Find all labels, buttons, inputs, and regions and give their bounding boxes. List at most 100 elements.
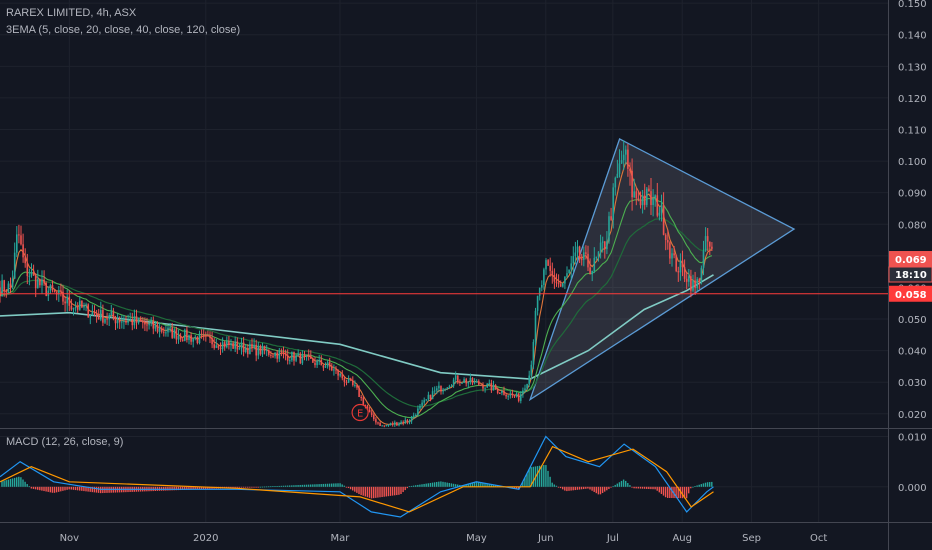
- candle-body: [486, 383, 488, 388]
- candle-body: [568, 269, 570, 274]
- candle-body: [91, 311, 94, 316]
- candle-body: [461, 382, 463, 384]
- candle-body: [570, 263, 572, 270]
- candle-body: [270, 354, 272, 356]
- macd-histogram-bar: [314, 484, 316, 487]
- candle-body: [423, 400, 425, 403]
- candle-body: [478, 381, 480, 385]
- candle-body: [188, 335, 190, 340]
- macd-histogram-bar: [360, 486, 362, 496]
- candle-body: [316, 360, 318, 366]
- macd-histogram-bar: [444, 482, 446, 487]
- candle-body: [104, 318, 106, 323]
- candle-body: [28, 275, 31, 277]
- candle-body: [589, 267, 591, 275]
- candle-body: [297, 353, 299, 356]
- candle-body: [614, 177, 617, 188]
- macd-histogram-bar: [620, 480, 623, 487]
- indicator-legend: 3EMA (5, close, 20, close, 40, close, 12…: [6, 24, 241, 36]
- candle-body: [551, 270, 554, 276]
- price-axis-tick: 0.110: [898, 126, 927, 137]
- macd-histogram-bar: [68, 486, 70, 490]
- macd-histogram-bar: [30, 486, 33, 489]
- candle-body: [175, 329, 178, 340]
- candle-body: [352, 380, 354, 386]
- time-axis-tick: Jun: [537, 533, 554, 544]
- macd-histogram-bar: [345, 486, 348, 488]
- macd-histogram-bar: [658, 486, 660, 493]
- price-axis-tick: 0.130: [898, 62, 927, 73]
- candle-body: [108, 315, 110, 320]
- candle-body: [601, 241, 604, 243]
- candle-body: [217, 345, 220, 348]
- candle-body: [144, 322, 146, 325]
- macd-histogram-bar: [282, 485, 285, 487]
- macd-histogram-bar: [637, 486, 639, 489]
- candle-body: [709, 241, 711, 247]
- candle-body: [232, 343, 234, 349]
- candle-body: [49, 285, 52, 291]
- macd-histogram-bar: [316, 484, 318, 487]
- candle-body: [648, 188, 650, 192]
- candle-body: [358, 387, 360, 398]
- candle-body: [354, 384, 356, 386]
- time-axis-tick: May: [466, 533, 487, 544]
- macd-histogram-bar: [639, 486, 642, 489]
- candle-body: [278, 351, 281, 359]
- candle-body: [337, 370, 339, 376]
- candle-body: [524, 388, 526, 391]
- candle-body: [64, 301, 66, 304]
- candle-body: [230, 343, 232, 345]
- macd-axis-tick: 0.010: [898, 433, 927, 444]
- macd-histogram-bar: [242, 486, 245, 488]
- candle-body: [406, 419, 409, 422]
- candle-body: [93, 311, 96, 314]
- macd-histogram-bar: [297, 485, 299, 487]
- macd-histogram-bar: [331, 483, 333, 487]
- macd-histogram-bar: [299, 484, 301, 487]
- macd-histogram-bar: [274, 486, 276, 487]
- candle-body: [646, 188, 648, 205]
- macd-histogram-bar: [543, 465, 545, 487]
- macd-histogram-bar: [257, 486, 259, 488]
- macd-histogram-bar: [95, 486, 98, 493]
- candle-body: [513, 395, 516, 397]
- earnings-marker-label: E: [357, 409, 363, 420]
- candle-body: [580, 259, 583, 261]
- macd-histogram-bar: [333, 483, 335, 487]
- candle-body: [469, 377, 472, 383]
- candle-body: [211, 337, 213, 345]
- candle-body: [156, 325, 159, 332]
- candle-body: [24, 257, 26, 264]
- candle-body: [419, 405, 421, 409]
- macd-histogram-bar: [358, 486, 360, 495]
- candle-body: [595, 256, 598, 258]
- candle-body: [685, 278, 688, 282]
- chart-canvas[interactable]: E0.0200.0300.0400.0500.0600.0700.0800.09…: [0, 0, 932, 550]
- macd-histogram-bar: [240, 486, 243, 488]
- macd-histogram-bar: [431, 482, 434, 487]
- macd-histogram-bar: [247, 486, 249, 488]
- macd-histogram-bar: [553, 484, 555, 487]
- macd-histogram-bar: [349, 486, 352, 490]
- candle-body: [706, 236, 709, 242]
- macd-histogram-bar: [28, 486, 30, 488]
- macd-histogram-bar: [272, 486, 274, 488]
- candle-body: [692, 280, 694, 291]
- candle-body: [698, 279, 701, 281]
- candle-body: [696, 279, 698, 289]
- candle-body: [184, 329, 186, 341]
- time-axis-tick: Jul: [606, 533, 619, 544]
- candle-body: [177, 335, 180, 340]
- candle-body: [347, 378, 350, 383]
- candle-body: [263, 345, 266, 351]
- macd-histogram-bar: [574, 486, 576, 491]
- macd-histogram-bar: [20, 477, 22, 487]
- candle-body: [400, 421, 402, 424]
- macd-histogram-bar: [421, 484, 423, 487]
- candle-body: [127, 320, 129, 323]
- macd-histogram-bar: [551, 482, 553, 487]
- macd-histogram-bar: [347, 486, 350, 489]
- candle-body: [249, 344, 251, 355]
- macd-histogram-bar: [293, 485, 295, 487]
